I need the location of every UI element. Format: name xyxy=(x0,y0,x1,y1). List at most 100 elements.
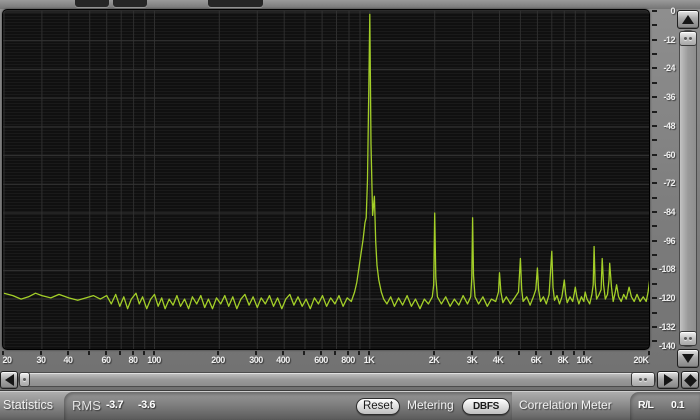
rms-value-left: -3.7 xyxy=(106,399,123,411)
db-tick xyxy=(652,82,657,84)
db-tick xyxy=(652,211,657,213)
db-tick xyxy=(652,312,657,314)
freq-tick-label: 20 xyxy=(2,355,12,365)
freq-tick-label: 3K xyxy=(466,355,478,365)
scroll-right-button[interactable] xyxy=(657,371,679,389)
grip-dots-icon xyxy=(689,337,692,340)
db-tick xyxy=(652,240,657,242)
freq-tick-label: 400 xyxy=(276,355,290,365)
reset-button[interactable]: Reset xyxy=(356,398,400,415)
freq-tick-label: 4K xyxy=(492,355,504,365)
cropped-control-stub xyxy=(75,0,109,7)
db-tick xyxy=(652,340,657,342)
db-tick xyxy=(652,268,657,270)
db-tick xyxy=(652,125,657,127)
db-tick xyxy=(652,182,657,184)
db-tick-label: -60 xyxy=(663,150,675,160)
grip-dots-icon xyxy=(684,337,687,340)
correlation-meter-tab[interactable]: Correlation Meter xyxy=(519,391,612,420)
grip-dots-icon xyxy=(639,378,642,381)
db-ruler[interactable]: 0 -12 -24 -36 -48 -60 -72 -84 -96 -108 -120 -132 -14… xyxy=(651,6,677,351)
spectrum-chart xyxy=(3,10,649,349)
grip-dots-icon xyxy=(644,378,647,381)
horizontal-zoom-handle-right[interactable] xyxy=(631,372,655,387)
db-tick-label: -12 xyxy=(663,35,675,45)
vertical-zoom-handle-top[interactable] xyxy=(679,31,697,46)
db-tick xyxy=(652,225,657,227)
correlation-channel-selector[interactable]: R/L xyxy=(638,391,654,420)
freq-tick xyxy=(303,351,305,355)
db-tick xyxy=(652,154,657,156)
db-tick xyxy=(652,111,657,113)
db-tick-label: -132 xyxy=(658,322,676,332)
freq-tick xyxy=(550,351,552,355)
db-tick xyxy=(652,326,657,328)
rms-label: RMS xyxy=(72,398,101,413)
db-tick xyxy=(652,297,657,299)
freq-tick xyxy=(334,351,336,355)
freq-tick-label: 40 xyxy=(63,355,73,365)
metering-mode-selector[interactable]: DBFS xyxy=(462,398,510,415)
scroll-down-button[interactable] xyxy=(677,349,699,368)
db-tick-label: -24 xyxy=(663,63,675,73)
freq-tick-label: 60 xyxy=(101,355,111,365)
db-tick-label: -84 xyxy=(663,207,675,217)
vertical-zoom-handle-bottom[interactable] xyxy=(679,331,697,346)
db-tick xyxy=(652,53,657,55)
db-tick xyxy=(652,168,657,170)
db-tick-label: -36 xyxy=(663,92,675,102)
vertical-zoom-scrollbar xyxy=(677,9,700,369)
freq-tick xyxy=(358,351,360,355)
up-arrow-icon xyxy=(682,15,694,24)
db-tick-label: -72 xyxy=(663,178,675,188)
db-tick xyxy=(652,197,657,199)
db-tick xyxy=(652,254,657,256)
freq-tick-label: 1K xyxy=(363,355,375,365)
left-arrow-icon xyxy=(4,374,14,386)
freq-tick-label: 800 xyxy=(341,355,355,365)
db-tick xyxy=(652,39,657,41)
db-tick-label: -96 xyxy=(663,236,675,246)
freq-tick-label: 30 xyxy=(36,355,46,365)
db-tick-label: -108 xyxy=(658,264,676,274)
grip-dots-icon xyxy=(23,378,26,381)
freq-tick-label: 80 xyxy=(128,355,138,365)
db-tick xyxy=(652,96,657,98)
db-tick xyxy=(652,24,657,26)
freq-tick-label: 10K xyxy=(576,355,592,365)
freq-tick xyxy=(518,351,520,355)
grip-dots-icon xyxy=(689,37,692,40)
freq-tick-label: 600 xyxy=(314,355,328,365)
freq-tick xyxy=(143,351,145,355)
scroll-left-button[interactable] xyxy=(0,371,18,389)
freq-tick-label: 8K xyxy=(557,355,569,365)
grip-dots-icon xyxy=(684,37,687,40)
zoom-reset-corner-button[interactable] xyxy=(681,371,699,389)
db-tick xyxy=(652,67,657,69)
db-tick-label: 0 xyxy=(670,6,675,16)
vertical-scroll-track[interactable] xyxy=(679,30,697,347)
frequency-ruler[interactable]: 20 30 40 60 80 100 200 300 400 600 800 1K 2K 3K 4K 6K 8K… xyxy=(0,350,652,368)
db-tick-label: -48 xyxy=(663,121,675,131)
down-arrow-icon xyxy=(682,354,694,363)
db-tick-label: -120 xyxy=(658,293,676,303)
spectrum-analyzer-window: 0 -12 -24 -36 -48 -60 -72 -84 -96 -108 -120 -132 -14… xyxy=(0,0,700,420)
metering-label: Metering xyxy=(407,398,454,412)
horizontal-zoom-handle-left[interactable] xyxy=(19,372,30,387)
bottom-toolbar: Statistics RMS -3.7 -3.6 Reset Metering … xyxy=(0,390,700,420)
freq-tick-label: 100 xyxy=(147,355,161,365)
spectrum-plot[interactable] xyxy=(2,9,650,350)
freq-tick xyxy=(119,351,121,355)
cropped-control-stub xyxy=(113,0,147,7)
right-arrow-icon xyxy=(663,374,673,386)
freq-tick-label: 20K xyxy=(633,355,649,365)
db-tick xyxy=(652,283,657,285)
freq-tick-label: 300 xyxy=(249,355,263,365)
db-tick xyxy=(652,139,657,141)
horizontal-scroll-track[interactable] xyxy=(18,372,656,387)
statistics-tab[interactable]: Statistics xyxy=(3,391,53,420)
db-tick-label: -140 xyxy=(658,341,676,351)
scroll-up-button[interactable] xyxy=(677,10,699,29)
correlation-value: 0.1 xyxy=(671,399,685,411)
freq-tick xyxy=(88,351,90,355)
